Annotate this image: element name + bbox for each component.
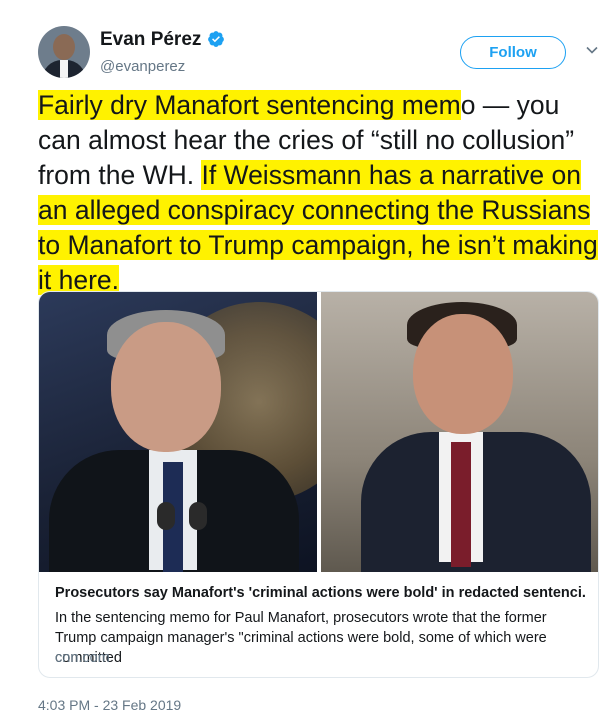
avatar-face [53,34,75,60]
card-domain: cnn.com [55,650,110,666]
author-name-row[interactable]: Evan Pérez [100,29,225,51]
tweet-header: Evan Pérez @evanperez Follow [38,26,598,82]
photo-face [111,322,221,452]
avatar-shirt [60,60,68,78]
card-images[interactable] [39,292,598,572]
verified-badge-icon [208,31,225,47]
photo-face [413,314,513,434]
chevron-down-icon[interactable] [584,42,600,58]
author-handle[interactable]: @evanperez [100,58,185,75]
highlighted-text: Fairly dry Manafort sentencing mem [38,90,461,120]
avatar[interactable] [38,26,90,78]
microphone-icon [157,502,175,530]
card-description: In the sentencing memo for Paul Manafort… [55,610,547,666]
author-name[interactable]: Evan Pérez [100,29,201,50]
tweet-text: Fairly dry Manafort sentencing memo — yo… [38,88,606,298]
card-title[interactable]: Prosecutors say Manafort's 'criminal act… [55,585,585,601]
tweet-timestamp[interactable]: 4:03 PM - 23 Feb 2019 [38,697,181,713]
photo-tie [451,442,471,567]
follow-button[interactable]: Follow [460,36,566,69]
link-preview-card[interactable]: Prosecutors say Manafort's 'criminal act… [38,291,599,678]
mueller-photo [39,292,317,572]
manafort-photo [321,292,598,572]
microphone-icon [189,502,207,530]
